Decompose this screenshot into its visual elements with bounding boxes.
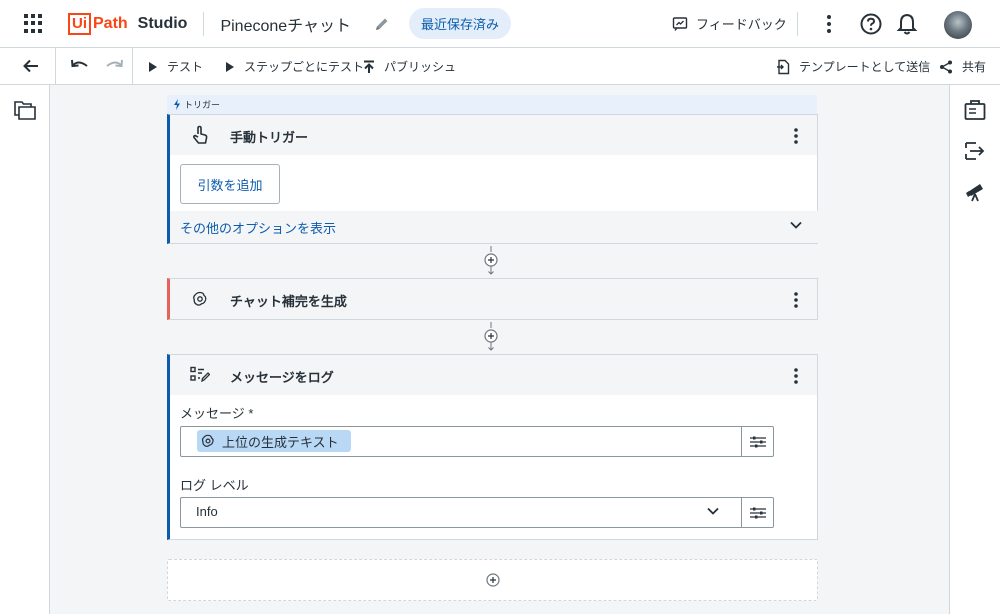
field-options-button[interactable]: [741, 498, 773, 527]
redo-icon[interactable]: [104, 58, 124, 78]
left-panel: [0, 85, 50, 614]
sliders-icon: [749, 436, 766, 447]
help-icon[interactable]: [859, 12, 883, 40]
logo-ui-text: Ui: [68, 12, 91, 35]
feedback-icon: [672, 16, 688, 31]
notification-bell-icon[interactable]: [896, 12, 918, 40]
toolbar: テスト ステップごとにテスト パブリッシュ テンプレートとして送信 共有: [0, 48, 1000, 85]
chevron-down-icon: [790, 221, 802, 229]
copy-pages-icon[interactable]: [14, 100, 36, 124]
chat-completion-card[interactable]: チャット補完を生成: [167, 278, 818, 320]
more-menu-icon[interactable]: [826, 14, 832, 38]
more-options-label: その他のオプションを表示: [180, 220, 337, 236]
openai-icon: [201, 434, 214, 447]
toolbar-divider: [55, 48, 56, 84]
card-menu-icon[interactable]: [793, 127, 799, 149]
hand-pointer-icon: [190, 125, 210, 145]
template-icon: [777, 59, 790, 74]
header-divider: [203, 11, 205, 36]
test-label: テスト: [167, 60, 204, 74]
message-input[interactable]: 上位の生成テキスト: [180, 426, 774, 457]
feedback-button[interactable]: フィードバック: [672, 14, 787, 33]
message-field-label: メッセージ *: [180, 406, 254, 421]
log-level-select[interactable]: Info: [180, 497, 774, 528]
top-bar: Ui Path Studio Pineconeチャット 最近保存済み フィードバ…: [0, 0, 1000, 48]
uipath-logo[interactable]: Ui Path Studio: [68, 12, 187, 36]
project-name: Pineconeチャット: [220, 17, 351, 35]
log-level-value: Info: [196, 504, 218, 519]
undo-icon[interactable]: [70, 58, 90, 78]
card-header: チャット補完を生成: [170, 279, 817, 319]
user-avatar[interactable]: [944, 11, 972, 39]
publish-button[interactable]: パブリッシュ: [363, 58, 456, 75]
manual-trigger-title: 手動トリガー: [230, 130, 309, 145]
add-step-connector[interactable]: [483, 322, 499, 356]
field-options-button[interactable]: [741, 427, 773, 456]
lightning-icon: [174, 99, 180, 110]
feedback-label: フィードバック: [696, 17, 787, 32]
save-status-badge: 最近保存済み: [409, 8, 512, 39]
share-button[interactable]: 共有: [939, 58, 986, 75]
add-argument-button[interactable]: 引数を追加: [180, 164, 280, 204]
template-label: テンプレートとして送信: [799, 60, 931, 74]
header-divider-right: [797, 12, 798, 36]
share-icon: [940, 60, 952, 73]
variable-chip[interactable]: 上位の生成テキスト: [197, 430, 351, 452]
openai-icon: [190, 289, 210, 309]
right-panel: [949, 85, 1000, 614]
share-label: 共有: [962, 60, 987, 74]
chat-completion-title: チャット補完を生成: [230, 294, 347, 309]
add-step-connector[interactable]: [483, 246, 499, 280]
chevron-down-icon[interactable]: [707, 507, 719, 515]
trigger-label-text: トリガー: [184, 101, 221, 111]
input-output-icon[interactable]: [964, 140, 986, 166]
logo-studio-text: Studio: [137, 14, 188, 32]
log-level-label: ログ レベル: [180, 478, 249, 493]
edit-pencil-icon[interactable]: [373, 15, 391, 33]
step-test-button[interactable]: ステップごとにテスト: [225, 58, 364, 75]
logo-path-text: Path: [93, 14, 128, 32]
card-menu-icon[interactable]: [793, 367, 799, 389]
show-more-options[interactable]: その他のオプションを表示: [170, 211, 818, 243]
briefcase-icon[interactable]: [964, 99, 986, 125]
toolbar-divider: [132, 48, 133, 84]
send-as-template-button[interactable]: テンプレートとして送信: [776, 58, 930, 75]
play-icon: [226, 61, 234, 72]
card-header: 手動トリガー: [170, 115, 817, 155]
publish-label: パブリッシュ: [384, 60, 457, 74]
publish-upload-icon: [364, 60, 374, 73]
step-test-label: ステップごとにテスト: [244, 60, 365, 74]
trigger-section-label: トリガー: [167, 95, 817, 114]
plus-circle-icon: [485, 573, 500, 587]
log-message-title: メッセージをログ: [230, 370, 334, 385]
test-button[interactable]: テスト: [148, 58, 203, 75]
card-header: メッセージをログ: [170, 355, 817, 395]
log-list-icon: [190, 365, 210, 385]
log-message-card[interactable]: メッセージをログ メッセージ * 上位の生成テキスト ログ レベル Info: [167, 354, 818, 540]
sliders-icon: [749, 507, 766, 518]
back-arrow-icon[interactable]: [22, 57, 40, 79]
apps-grid-icon[interactable]: [24, 13, 44, 34]
card-menu-icon[interactable]: [793, 291, 799, 313]
add-step-button[interactable]: [167, 559, 818, 601]
manual-trigger-card[interactable]: 手動トリガー 引数を追加 その他のオプションを表示: [167, 114, 818, 244]
telescope-icon[interactable]: [964, 180, 986, 206]
play-icon: [149, 61, 157, 72]
variable-chip-label: 上位の生成テキスト: [222, 434, 339, 450]
